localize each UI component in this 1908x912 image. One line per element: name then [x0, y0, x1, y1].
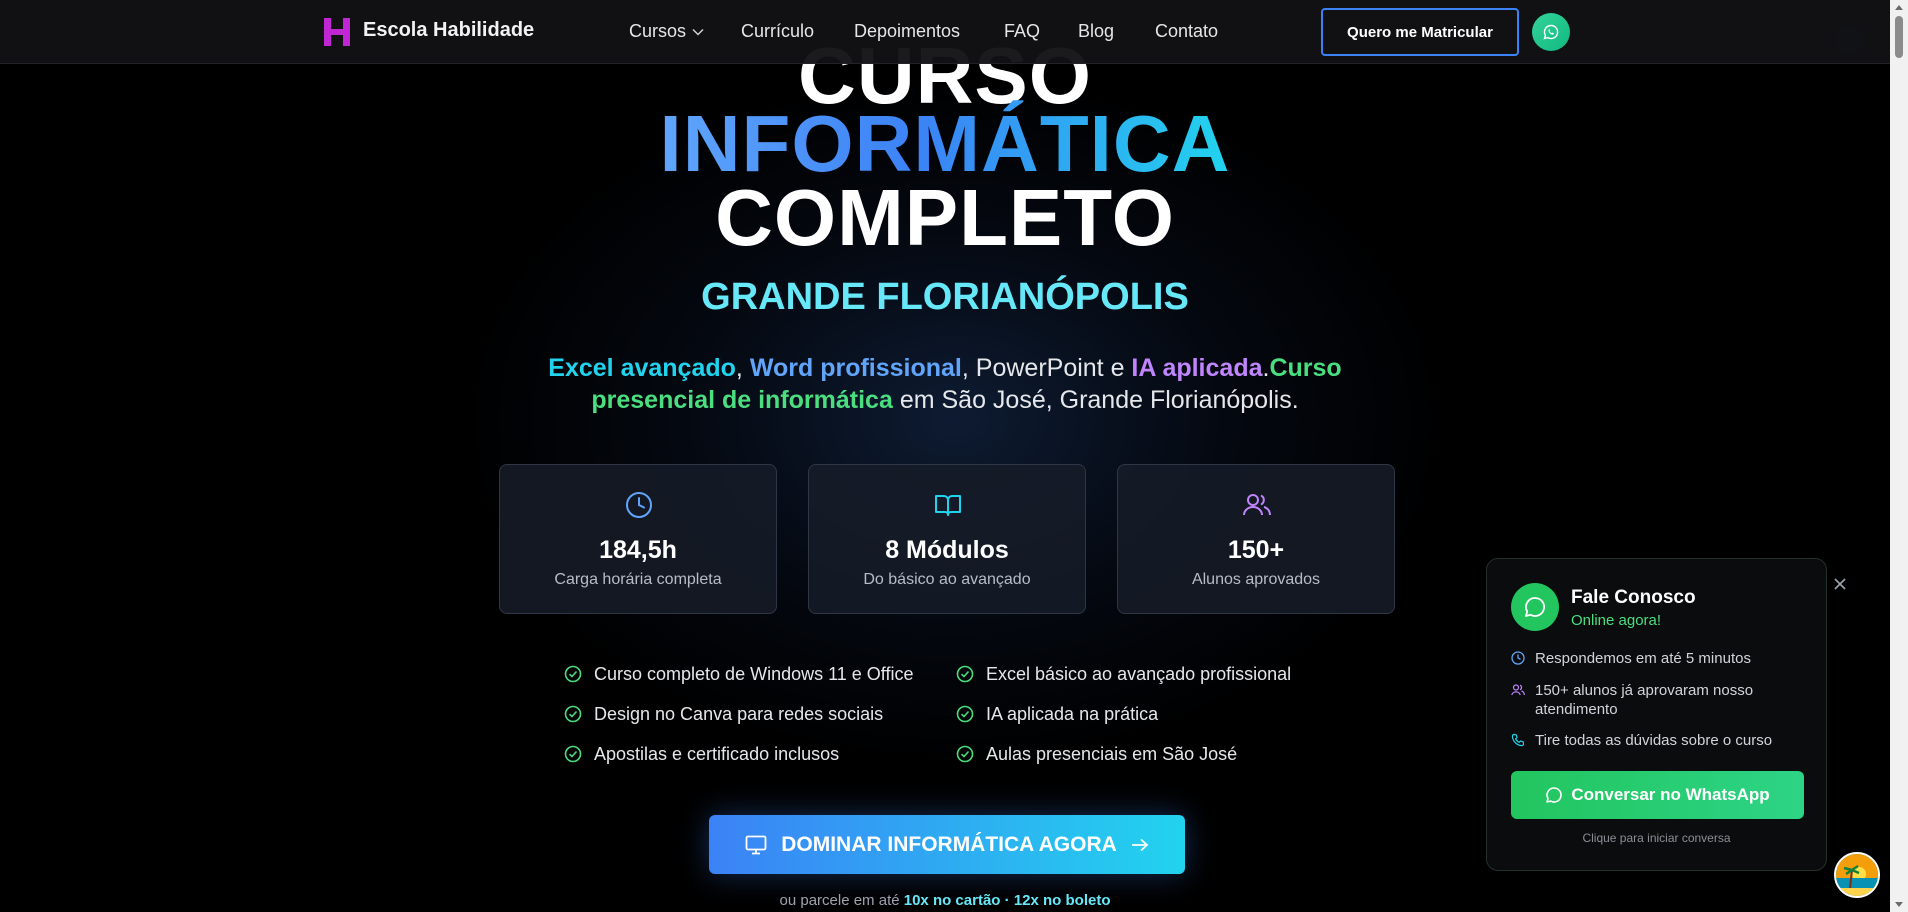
feature-item: Excel básico ao avançado profissional — [956, 662, 1291, 686]
scroll-thumb[interactable] — [1895, 16, 1903, 58]
feature-text: Curso completo de Windows 11 e Office — [594, 663, 914, 684]
stat-label: Carga horária completa — [554, 571, 722, 588]
hero-title-line3: COMPLETO — [715, 173, 1175, 262]
whatsapp-chat-button[interactable]: Conversar no WhatsApp — [1511, 771, 1804, 819]
feature-text: Excel básico ao avançado profissional — [986, 663, 1292, 684]
chat-info-item: 150+ alunos já aprovaram nosso atendimen… — [1511, 681, 1795, 719]
monitor-icon — [745, 835, 767, 854]
nav-link-depoimentos[interactable]: Depoimentos — [854, 21, 960, 42]
installments-prefix: ou parcele em até — [779, 892, 904, 909]
stat-value: 150+ — [1227, 536, 1285, 564]
check-circle-icon — [564, 705, 582, 723]
whatsapp-chat-button-label: Conversar no WhatsApp — [1571, 785, 1770, 804]
subtitle-excel: Excel avançado — [548, 354, 736, 382]
chat-status: Online agora! — [1571, 612, 1662, 629]
check-circle-icon — [564, 665, 582, 683]
feature-item: IA aplicada na prática — [956, 702, 1158, 726]
nav-link-faq[interactable]: FAQ — [1004, 21, 1040, 42]
check-circle-icon — [564, 745, 582, 763]
whatsapp-nav-button[interactable] — [1532, 13, 1570, 51]
chevron-down-icon — [692, 29, 704, 36]
chat-info-item: Respondemos em até 5 minutos — [1511, 649, 1795, 668]
cta-label: DOMINAR INFORMÁTICA AGORA — [781, 832, 1117, 856]
stat-label: Do básico ao avançado — [863, 571, 1031, 588]
installments-boleto: 12x no boleto — [1013, 892, 1111, 909]
feature-text: Apostilas e certificado inclusos — [594, 743, 840, 764]
chat-title: Fale Conosco — [1571, 587, 1696, 608]
users-icon — [1511, 684, 1525, 696]
scroll-up-arrow-icon[interactable] — [1895, 5, 1903, 10]
stat-card-hours: 184,5h Carga horária completa — [499, 464, 777, 614]
cta-button[interactable]: DOMINAR INFORMÁTICA AGORA — [709, 815, 1185, 874]
arrow-right-icon — [1131, 838, 1149, 851]
nav-link-curriculo[interactable]: Currículo — [741, 21, 814, 42]
feature-text: Aulas presenciais em São José — [986, 743, 1238, 764]
installments-text: ou parcele em até 10x no cartão · 12x no… — [0, 892, 1890, 909]
chat-avatar — [1511, 583, 1559, 631]
stat-value: 184,5h — [599, 536, 677, 564]
hero-region: GRANDE FLORIANÓPOLIS — [701, 276, 1189, 318]
users-icon — [1243, 494, 1271, 516]
phone-icon — [1511, 733, 1525, 747]
feature-item: Apostilas e certificado inclusos — [564, 742, 839, 766]
chat-info-text: 150+ alunos já aprovaram nosso atendimen… — [1535, 682, 1754, 718]
nav-link-cursos-label: Cursos — [629, 21, 687, 41]
installments-card: 10x no cartão — [903, 892, 1001, 909]
hero-subtitle: Excel avançado, Word profissional, Power… — [520, 352, 1370, 416]
close-icon[interactable] — [1833, 577, 1847, 591]
stat-label: Alunos aprovados — [1191, 571, 1321, 588]
nav-link-contato[interactable]: Contato — [1155, 21, 1218, 42]
check-circle-icon — [956, 745, 974, 763]
chat-info-text: Tire todas as dúvidas sobre o curso — [1535, 732, 1773, 749]
stat-value: 8 Módulos — [885, 536, 1009, 564]
clock-icon — [1511, 651, 1525, 665]
chat-popup: Fale Conosco Online agora! Respondemos e… — [1486, 558, 1846, 871]
message-circle-icon — [1546, 787, 1563, 803]
chat-info-item: Tire todas as dúvidas sobre o curso — [1511, 731, 1795, 750]
message-circle-icon — [1525, 597, 1545, 617]
nav-link-cursos[interactable]: Cursos — [629, 21, 704, 42]
feature-item: Curso completo de Windows 11 e Office — [564, 662, 913, 686]
feature-item: Design no Canva para redes sociais — [564, 702, 883, 726]
whatsapp-icon — [1543, 24, 1559, 40]
scroll-down-arrow-icon[interactable] — [1895, 902, 1903, 907]
feature-text: Design no Canva para redes sociais — [594, 703, 884, 724]
subtitle-ia: IA aplicada — [1131, 354, 1263, 382]
subtitle-word: Word profissional — [749, 354, 962, 382]
feature-text: IA aplicada na prática — [986, 703, 1159, 724]
stat-card-students: 150+ Alunos aprovados — [1117, 464, 1395, 614]
installments-sep: · — [1000, 892, 1014, 909]
stat-card-modules: 8 Módulos Do básico ao avançado — [808, 464, 1086, 614]
logo-h-icon[interactable] — [324, 18, 350, 46]
subtitle-tail: em São José, Grande Florianópolis. — [892, 386, 1299, 414]
book-open-icon — [935, 495, 961, 516]
check-circle-icon — [956, 665, 974, 683]
enroll-button[interactable]: Quero me Matricular — [1321, 8, 1519, 56]
clock-icon — [626, 492, 652, 518]
chat-hint: Clique para iniciar conversa — [1582, 831, 1731, 845]
check-circle-icon — [956, 705, 974, 723]
scrollbar[interactable] — [1890, 0, 1908, 912]
chat-info-text: Respondemos em até 5 minutos — [1535, 650, 1751, 667]
subtitle-sep: , — [735, 354, 750, 382]
brand-name[interactable]: Escola Habilidade — [363, 19, 534, 42]
subtitle-mid: , PowerPoint e — [961, 354, 1132, 382]
navbar: Escola Habilidade Cursos Currículo Depoi… — [0, 0, 1890, 64]
nav-link-blog[interactable]: Blog — [1078, 21, 1114, 42]
feature-item: Aulas presenciais em São José — [956, 742, 1237, 766]
floating-avatar-button[interactable] — [1834, 852, 1880, 898]
